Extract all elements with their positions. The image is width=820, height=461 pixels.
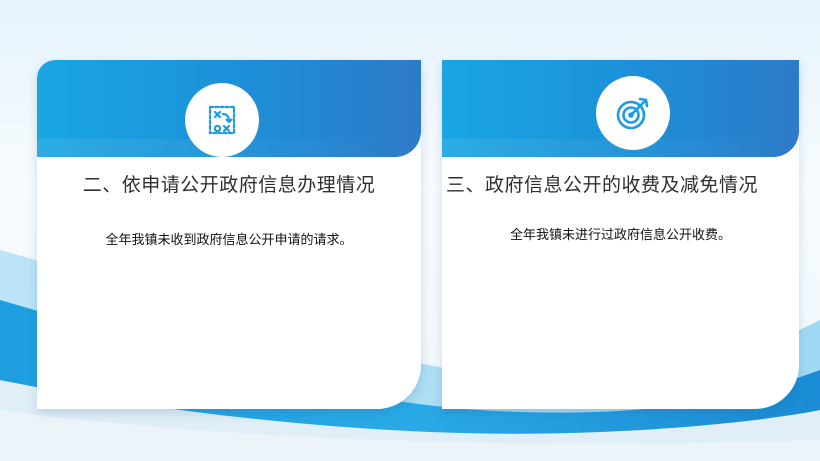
card-title: 三、政府信息公开的收费及减免情况: [446, 174, 759, 196]
strategy-board-icon: [208, 105, 236, 135]
card-title: 二、依申请公开政府信息办理情况: [82, 174, 376, 196]
card-icon-badge: [596, 76, 670, 150]
card-body-text: 全年我镇未收到政府信息公开申请的请求。: [105, 233, 353, 248]
target-arrow-icon: [616, 97, 649, 130]
slide: 二、依申请公开政府信息办理情况 全年我镇未收到政府信息公开申请的请求。 三、政府…: [0, 0, 820, 461]
card-application-disclosure: 二、依申请公开政府信息办理情况 全年我镇未收到政府信息公开申请的请求。: [37, 60, 421, 409]
card-icon-badge: [185, 83, 259, 157]
card-fee-disclosure: 三、政府信息公开的收费及减免情况 全年我镇未进行过政府信息公开收费。: [442, 60, 799, 409]
card-body-text: 全年我镇未进行过政府信息公开收费。: [509, 228, 731, 243]
